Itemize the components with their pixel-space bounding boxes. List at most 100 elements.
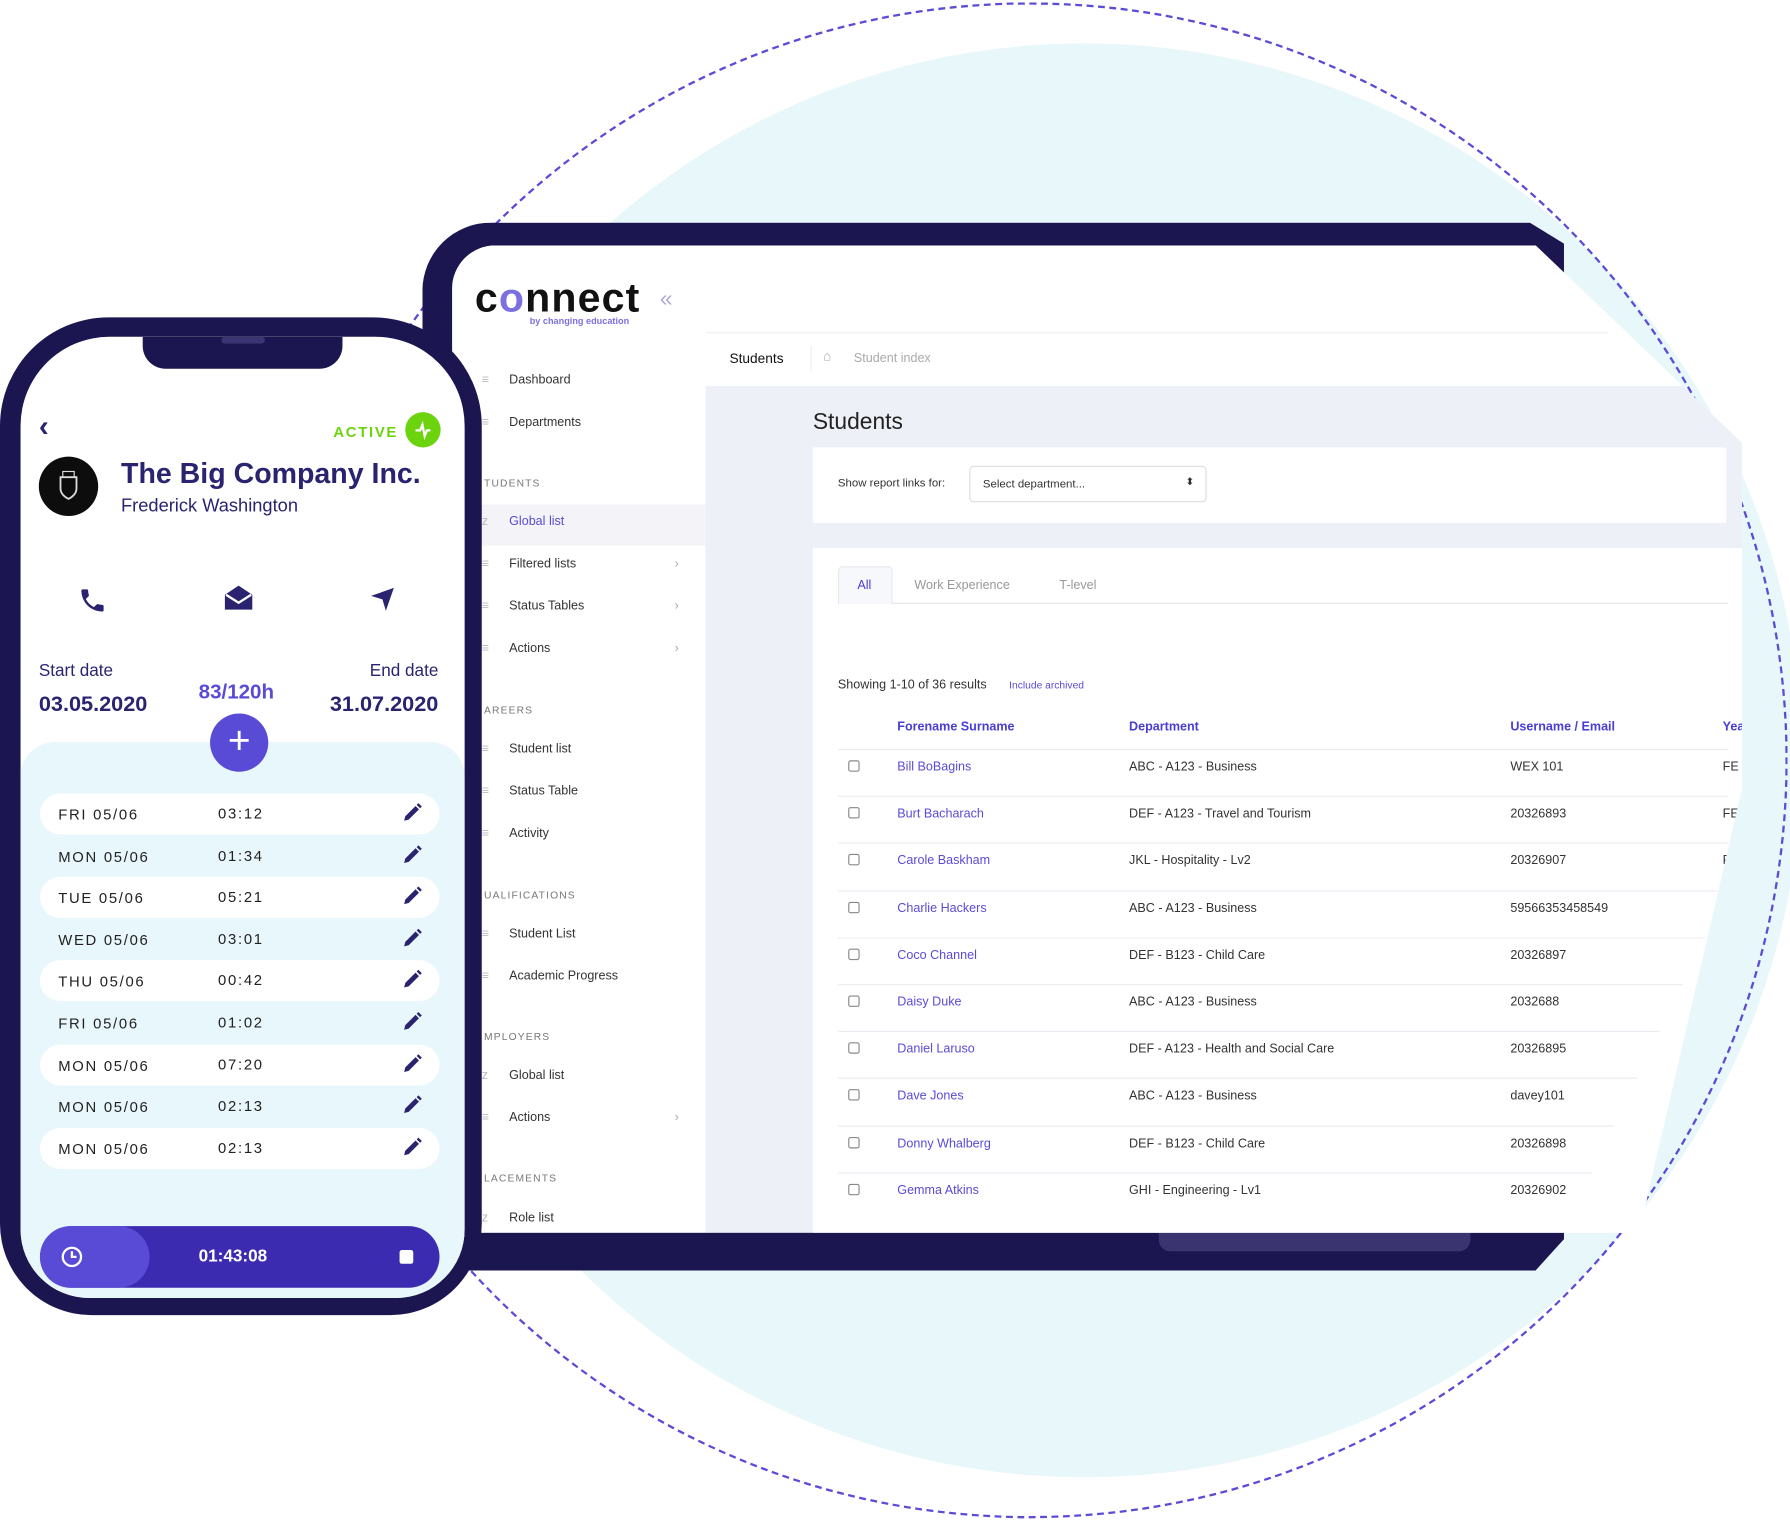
sidebar-item-student-list[interactable]: Student List bbox=[509, 927, 575, 941]
navigation-icon[interactable] bbox=[369, 586, 396, 619]
edit-pencil-icon[interactable] bbox=[401, 843, 424, 866]
row-checkbox[interactable] bbox=[848, 1136, 860, 1148]
student-username: 59566353458549 bbox=[1510, 901, 1609, 916]
home-icon[interactable]: ⌂ bbox=[823, 348, 831, 364]
student-year: FE bbox=[1722, 760, 1739, 775]
edit-pencil-icon[interactable] bbox=[401, 1094, 424, 1117]
phone-screen: ‹ ACTIVE The Big Company Inc. Frederick … bbox=[20, 336, 465, 1298]
entry-day: MON 05/06 bbox=[58, 1098, 150, 1116]
sidebar-item-status-table[interactable]: Status Table bbox=[509, 784, 578, 798]
timer-clock-button[interactable] bbox=[39, 1226, 150, 1288]
mail-icon[interactable] bbox=[223, 583, 255, 618]
sidebar-section: LACEMENTS bbox=[484, 1172, 558, 1184]
time-entry-row: TUE 05/06 05:21 bbox=[39, 876, 440, 919]
row-checkbox[interactable] bbox=[848, 807, 860, 819]
back-chevron-icon[interactable]: ‹ bbox=[39, 409, 49, 444]
time-entry-row: THU 05/06 00:42 bbox=[39, 960, 440, 1002]
sidebar-section: MPLOYERS bbox=[484, 1030, 551, 1043]
az-icon: z bbox=[481, 1068, 489, 1083]
student-username: 20326893 bbox=[1510, 807, 1567, 822]
sidebar-item-student-list[interactable]: Student list bbox=[509, 742, 571, 756]
table-card: All Work Experience T-level Showing 1-10… bbox=[812, 547, 1743, 1233]
edit-pencil-icon[interactable] bbox=[401, 969, 424, 992]
row-checkbox[interactable] bbox=[848, 1183, 860, 1196]
laptop-scrollbar[interactable] bbox=[1158, 1232, 1471, 1252]
sidebar-item-global-list[interactable]: Global list bbox=[509, 1069, 564, 1083]
student-name-link[interactable]: Daniel Laruso bbox=[897, 1042, 974, 1056]
sidebar-item-status-tables[interactable]: Status Tables bbox=[509, 599, 584, 613]
tab-work-experience[interactable]: Work Experience bbox=[914, 579, 1009, 593]
entry-day: WED 05/06 bbox=[58, 931, 150, 949]
sidebar-item-actions[interactable]: Actions bbox=[509, 642, 550, 656]
student-name-link[interactable]: Daisy Duke bbox=[897, 995, 961, 1009]
list-icon: ≡ bbox=[481, 784, 490, 798]
student-name-link[interactable]: Carole Baskham bbox=[897, 854, 990, 868]
column-header-name[interactable]: Forename Surname bbox=[897, 720, 1014, 734]
company-name: The Big Company Inc. bbox=[121, 457, 421, 490]
tab-all[interactable]: All bbox=[837, 566, 893, 604]
chevron-right-icon[interactable]: › bbox=[675, 1111, 679, 1125]
add-entry-button[interactable]: + bbox=[210, 713, 269, 772]
chevron-right-icon[interactable]: › bbox=[675, 642, 679, 656]
student-name-link[interactable]: Dave Jones bbox=[897, 1090, 963, 1104]
row-checkbox[interactable] bbox=[848, 760, 860, 772]
entry-time: 07:20 bbox=[218, 1055, 264, 1073]
main-content: Students Show report links for: Select d… bbox=[705, 385, 1743, 1233]
student-department: DEF - A123 - Travel and Tourism bbox=[1129, 807, 1311, 822]
chevron-right-icon[interactable]: › bbox=[675, 599, 679, 613]
stop-icon[interactable] bbox=[399, 1250, 414, 1264]
edit-pencil-icon[interactable] bbox=[401, 1010, 424, 1033]
time-entry-row: MON 05/06 01:34 bbox=[40, 835, 440, 876]
student-name-link[interactable]: Gemma Atkins bbox=[897, 1184, 979, 1198]
edit-pencil-icon[interactable] bbox=[401, 801, 424, 824]
include-archived-link[interactable]: Include archived bbox=[1009, 679, 1084, 690]
row-checkbox[interactable] bbox=[848, 995, 860, 1007]
row-checkbox[interactable] bbox=[848, 1042, 860, 1054]
laptop-screen: connect by changing education « ≡ Dashboa… bbox=[452, 245, 1743, 1233]
tab-t-level[interactable]: T-level bbox=[1059, 579, 1096, 593]
entry-time: 00:42 bbox=[218, 971, 264, 990]
activity-icon[interactable] bbox=[405, 412, 441, 448]
department-select[interactable]: Select department... ⬍ bbox=[969, 465, 1207, 503]
student-department: ABC - A123 - Business bbox=[1129, 995, 1257, 1010]
student-department: DEF - B123 - Child Care bbox=[1129, 1136, 1266, 1151]
hours-progress: 83/120h bbox=[198, 680, 275, 704]
sidebar-item-dashboard[interactable]: Dashboard bbox=[509, 373, 570, 387]
entry-day: TUE 05/06 bbox=[58, 889, 145, 907]
collapse-sidebar-icon[interactable]: « bbox=[660, 287, 673, 313]
sidebar-item-filtered-lists[interactable]: Filtered lists bbox=[509, 557, 576, 571]
row-checkbox[interactable] bbox=[848, 854, 860, 866]
breadcrumb-current[interactable]: Student index bbox=[854, 352, 931, 366]
student-name-link[interactable]: Burt Bacharach bbox=[897, 807, 984, 821]
company-logo bbox=[38, 456, 99, 517]
sidebar-item-departments[interactable]: Departments bbox=[509, 416, 581, 430]
edit-pencil-icon[interactable] bbox=[401, 1136, 424, 1159]
phone-icon[interactable] bbox=[78, 586, 108, 621]
time-entry-row: FRI 05/06 03:12 bbox=[39, 793, 440, 835]
edit-pencil-icon[interactable] bbox=[401, 1052, 424, 1075]
sidebar-item-global-list[interactable]: Global list bbox=[509, 515, 564, 529]
list-icon: ≡ bbox=[481, 969, 490, 983]
student-username: 20326897 bbox=[1510, 948, 1567, 963]
sidebar-item-actions[interactable]: Actions bbox=[509, 1111, 550, 1125]
row-checkbox[interactable] bbox=[848, 948, 860, 960]
time-entry-row: WED 05/06 03:01 bbox=[40, 919, 440, 960]
sidebar-item-academic-progress[interactable]: Academic Progress bbox=[509, 969, 618, 983]
edit-pencil-icon[interactable] bbox=[401, 927, 424, 950]
student-name-link[interactable]: Bill BoBagins bbox=[897, 760, 971, 774]
student-name-link[interactable]: Coco Channel bbox=[897, 948, 977, 962]
column-header-department[interactable]: Department bbox=[1129, 720, 1199, 734]
row-checkbox[interactable] bbox=[848, 1089, 860, 1101]
student-name-link[interactable]: Donny Whalberg bbox=[897, 1137, 991, 1151]
student-name-link[interactable]: Charlie Hackers bbox=[897, 901, 986, 915]
edit-pencil-icon[interactable] bbox=[401, 885, 424, 908]
entry-time: 01:34 bbox=[218, 846, 264, 864]
sidebar-item-activity[interactable]: Activity bbox=[509, 827, 549, 841]
row-checkbox[interactable] bbox=[848, 901, 860, 913]
sidebar-item-role-list[interactable]: Role list bbox=[509, 1211, 554, 1225]
column-header-username[interactable]: Username / Email bbox=[1510, 720, 1615, 734]
nav-active-bg bbox=[452, 504, 706, 546]
column-header-year[interactable]: Yea bbox=[1723, 720, 1742, 734]
list-icon: ≡ bbox=[481, 599, 490, 614]
chevron-right-icon[interactable]: › bbox=[675, 557, 679, 571]
